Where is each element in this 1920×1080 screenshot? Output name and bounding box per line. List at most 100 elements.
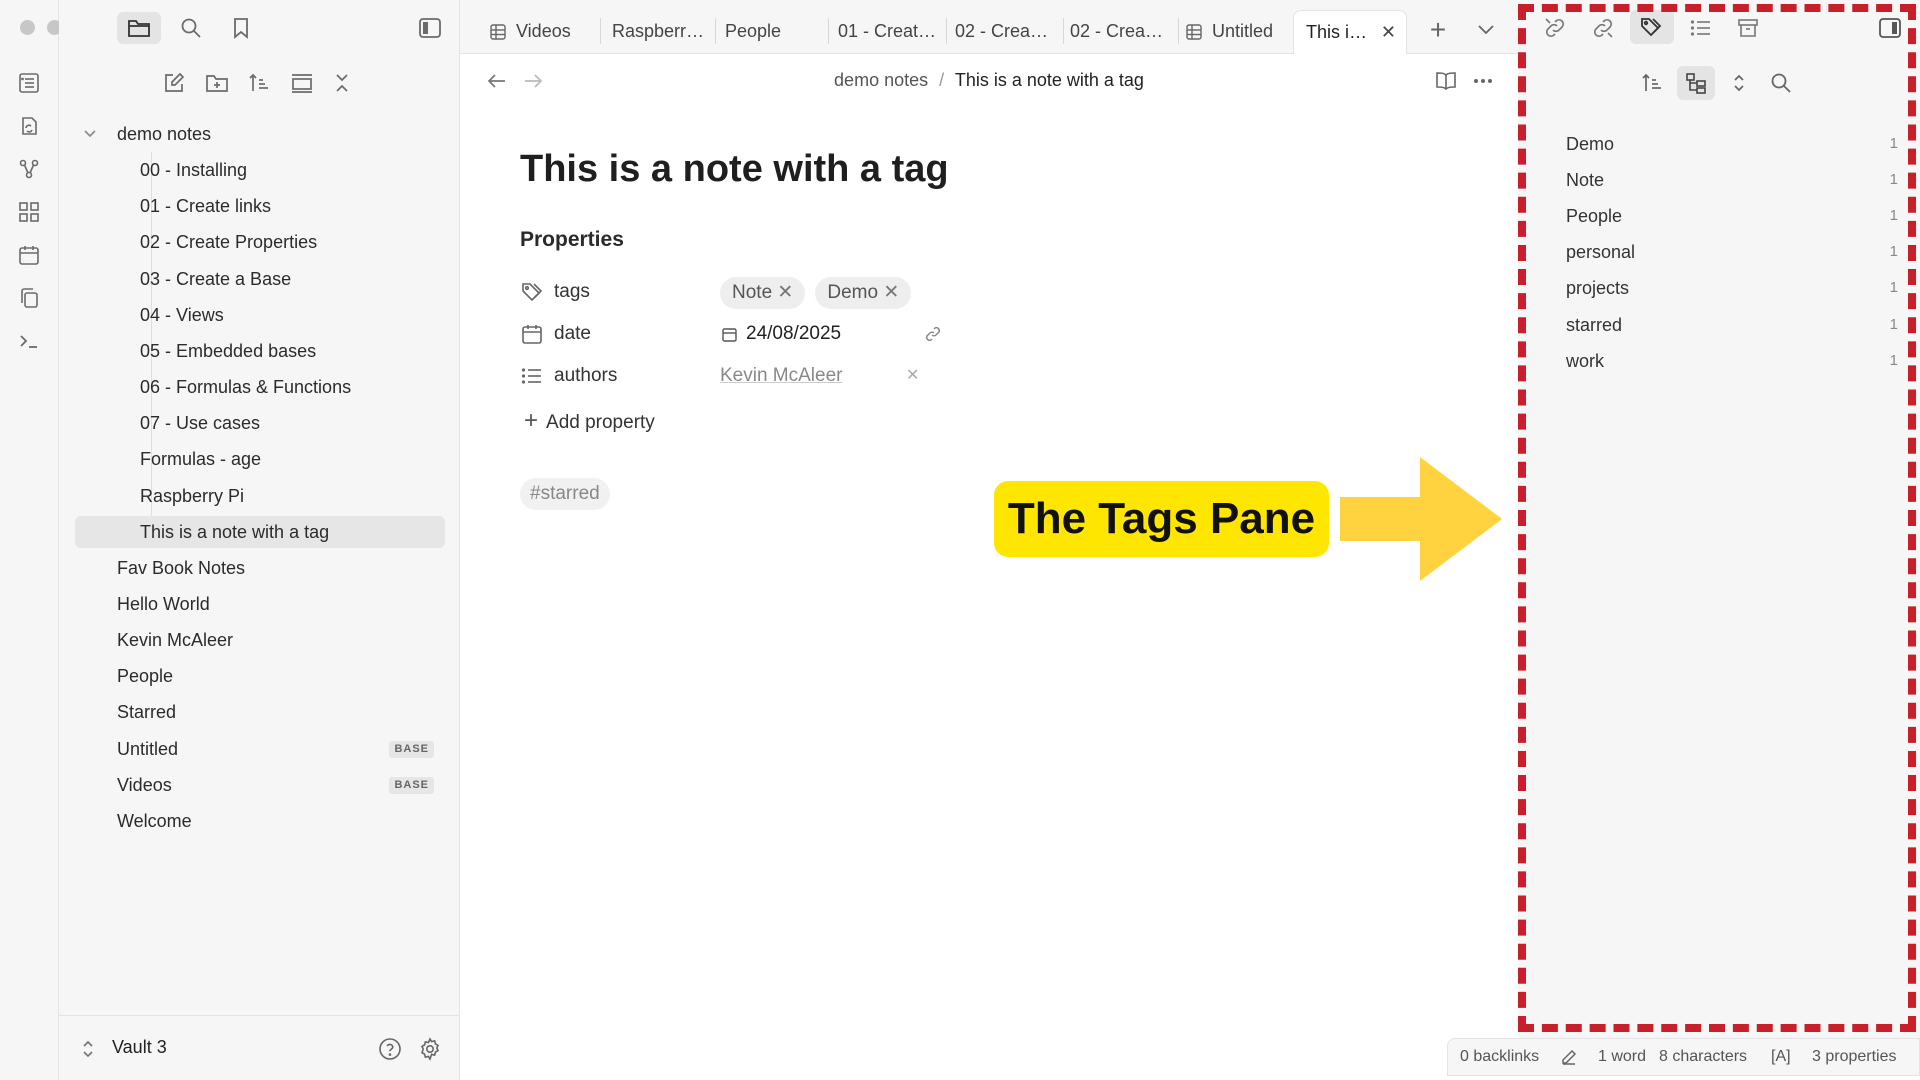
tab[interactable]: 02 - Crea…	[1063, 10, 1176, 54]
language-mode[interactable]: [A]	[1771, 1039, 1791, 1075]
property-tags-label[interactable]: tags	[554, 275, 590, 309]
note-title[interactable]: This is a note with a tag	[520, 148, 949, 191]
inline-tag-starred[interactable]: #starred	[520, 478, 610, 510]
add-property-button[interactable]: + Add property	[524, 406, 655, 436]
tree-file[interactable]: 06 - Formulas & Functions	[59, 371, 444, 403]
tree-file[interactable]: Videos BASE	[59, 769, 444, 801]
tab[interactable]: People	[718, 10, 826, 54]
new-note-icon[interactable]	[159, 68, 189, 98]
copy-icon[interactable]	[15, 284, 43, 312]
tree-item-label: Hello World	[117, 593, 210, 614]
edit-pencil-icon[interactable]	[1560, 1048, 1578, 1066]
tree-item-label: Welcome	[117, 810, 192, 831]
tab-label: Untitled	[1212, 21, 1274, 41]
breadcrumb-folder[interactable]: demo notes	[834, 70, 928, 90]
remove-author-icon[interactable]: ✕	[906, 359, 919, 393]
tab-label: This i…	[1306, 22, 1368, 42]
collapse-sidebar-icon[interactable]	[408, 12, 452, 44]
tree-file[interactable]: Raspberry Pi	[59, 480, 444, 512]
chevron-down-icon[interactable]	[83, 118, 97, 150]
vault-name[interactable]: Vault 3	[112, 1037, 167, 1058]
breadcrumb-separator: /	[939, 70, 945, 90]
tab-label: 02 - Crea…	[955, 21, 1049, 41]
properties-count[interactable]: 3 properties	[1812, 1039, 1897, 1075]
tab-separator	[715, 18, 716, 44]
properties-heading[interactable]: Properties	[520, 228, 624, 252]
new-tab-button[interactable]: +	[1424, 14, 1452, 45]
tree-file[interactable]: Fav Book Notes	[59, 552, 444, 584]
tree-item-label: This is a note with a tag	[140, 521, 330, 542]
tree-item-label: Kevin McAleer	[117, 630, 234, 651]
property-authors-label[interactable]: authors	[554, 359, 617, 393]
tree-file[interactable]: 07 - Use cases	[59, 407, 444, 439]
tree-file[interactable]: Welcome	[59, 805, 444, 837]
reading-view-book-icon[interactable]	[1432, 67, 1460, 95]
breadcrumb-file[interactable]: This is a note with a tag	[955, 70, 1144, 90]
more-options-icon[interactable]	[1469, 67, 1497, 95]
calendar-icon[interactable]	[15, 241, 43, 269]
tree-file[interactable]: Kevin McAleer	[59, 624, 444, 656]
close-tab-icon[interactable]: ✕	[1381, 11, 1396, 53]
bookmark-icon[interactable]	[219, 12, 263, 44]
note-sync-icon[interactable]	[15, 112, 43, 140]
table-icon	[490, 24, 506, 40]
tag-pill[interactable]: Demo ✕	[815, 277, 912, 309]
table-icon	[1186, 24, 1202, 40]
tree-file[interactable]: 02 - Create Properties	[59, 226, 444, 258]
tree-file[interactable]: Untitled BASE	[59, 733, 444, 765]
new-folder-icon[interactable]	[202, 68, 232, 98]
tab[interactable]: Untitled	[1179, 10, 1291, 54]
remove-tag-icon[interactable]: ✕	[777, 282, 793, 303]
date-picker-icon[interactable]	[721, 326, 737, 342]
tree-file[interactable]: 04 - Views	[59, 299, 444, 331]
list-icon	[520, 364, 544, 388]
tree-file[interactable]: People	[59, 660, 444, 692]
tree-item-label: 01 - Create links	[140, 196, 272, 217]
tab[interactable]: 02 - Crea…	[948, 10, 1061, 54]
remove-tag-icon[interactable]: ✕	[883, 282, 899, 303]
tag-pill[interactable]: Note ✕	[720, 277, 806, 309]
tab[interactable]: Raspberr…	[605, 10, 713, 54]
graph-icon[interactable]	[15, 155, 43, 183]
tree-file[interactable]: Hello World	[59, 588, 444, 620]
callout-arrow	[1340, 457, 1502, 581]
tree-folder[interactable]: demo notes	[59, 118, 444, 150]
property-date-label[interactable]: date	[554, 317, 591, 351]
sort-icon[interactable]	[244, 68, 274, 98]
link-icon[interactable]	[923, 324, 943, 344]
tree-file[interactable]: Formulas - age	[59, 443, 444, 475]
search-icon[interactable]	[169, 12, 213, 44]
tab-list-chevron-down-icon[interactable]	[1472, 16, 1500, 44]
tree-file[interactable]: 01 - Create links	[59, 190, 444, 222]
tab-separator	[946, 18, 947, 44]
tree-item-label: 03 - Create a Base	[140, 268, 292, 289]
collapse-all-icon[interactable]	[327, 68, 357, 98]
chevron-updown-icon[interactable]	[79, 1038, 97, 1060]
folder-icon[interactable]	[117, 12, 161, 44]
terminal-icon[interactable]	[15, 327, 43, 355]
tag-pill-label: Demo	[827, 282, 879, 303]
author-link[interactable]: Kevin McAleer	[720, 359, 843, 393]
status-bar: 0 backlinks 1 word 8 characters [A] 3 pr…	[1447, 1038, 1920, 1076]
tree-file[interactable]: 00 - Installing	[59, 154, 444, 186]
auto-reveal-icon[interactable]	[287, 68, 317, 98]
close-window-button[interactable]	[20, 20, 35, 35]
dashboard-icon[interactable]	[15, 69, 43, 97]
tag-pills: Note ✕ Demo ✕	[720, 276, 921, 310]
tree-file[interactable]: 05 - Embedded bases	[59, 335, 444, 367]
backlinks-count[interactable]: 0 backlinks	[1460, 1039, 1539, 1075]
tab[interactable]: This i… ✕	[1293, 10, 1407, 54]
highlight-dashed-border	[1518, 4, 1916, 1032]
tab[interactable]: 01 - Creat…	[831, 10, 944, 54]
tree-file[interactable]: 03 - Create a Base	[59, 263, 444, 295]
tree-file[interactable]: This is a note with a tag	[75, 515, 445, 548]
property-date-value[interactable]: 24/08/2025	[746, 317, 841, 351]
tab[interactable]: Videos	[483, 10, 598, 54]
help-icon[interactable]	[377, 1036, 403, 1062]
tab-label: Raspberr…	[612, 21, 705, 41]
blocks-icon[interactable]	[15, 198, 43, 226]
property-date-row: date 24/08/2025	[520, 317, 1080, 351]
tab-bar: Videos Raspberr… People 01 - Creat… 02 - Cre…	[460, 0, 1518, 54]
settings-gear-icon[interactable]	[417, 1036, 443, 1062]
tree-file[interactable]: Starred	[59, 696, 444, 728]
